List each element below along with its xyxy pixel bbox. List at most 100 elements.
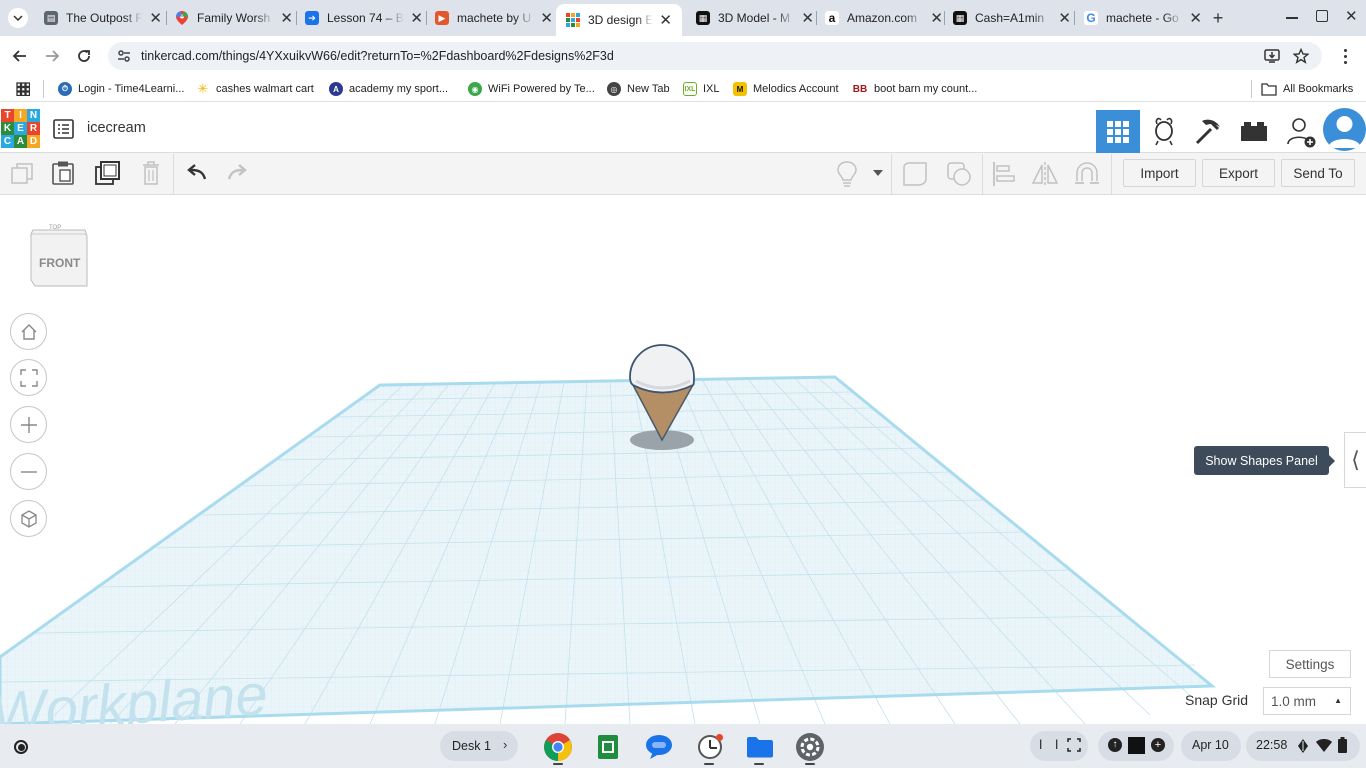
browser-tab[interactable]: ▤ The Outpost F ✕ [44,6,162,30]
apps-grid-icon[interactable] [16,82,30,96]
lightbulb-icon[interactable] [836,161,858,187]
bookmark-item[interactable]: BB boot barn my count... [852,81,978,97]
cruise-magnet-icon[interactable] [1073,161,1101,187]
close-icon[interactable]: ✕ [410,9,423,27]
browser-tab[interactable]: ▶ machete by U ✕ [435,6,553,30]
designs-list-icon[interactable] [53,119,74,139]
bricks-icon[interactable] [1240,120,1268,142]
workplane-canvas[interactable]: Workplane [0,195,1366,724]
back-arrow-icon[interactable] [12,48,28,64]
reload-icon[interactable] [76,48,92,64]
undo-icon[interactable] [185,164,207,182]
browser-tab-active[interactable]: 3D design Ep ✕ [556,4,682,36]
logo-letter: R [27,122,40,135]
bookmark-item[interactable]: ✳ cashes walmart cart [196,81,314,97]
perspective-button[interactable] [10,500,47,537]
settings-app-icon[interactable] [795,732,825,762]
tinkercad-logo[interactable]: T I N K E R C A D [1,109,41,149]
duplicate-icon[interactable] [95,161,121,185]
paste-icon[interactable] [52,161,74,185]
tab-title: 3D Model - M [718,11,791,25]
import-button[interactable]: Import [1123,159,1196,187]
browser-tab[interactable]: ▦ Cash=A1min ✕ [953,6,1071,30]
browser-tab[interactable]: ▦ 3D Model - M ✕ [696,6,814,30]
add-collaborator-icon[interactable] [1287,116,1317,148]
user-avatar[interactable] [1323,108,1366,151]
trash-icon[interactable] [142,161,160,185]
install-app-icon[interactable] [1264,48,1280,64]
clock-app-icon[interactable] [695,732,725,762]
close-icon[interactable]: ✕ [1058,9,1071,27]
tab-title: 3D design Ep [588,13,654,27]
snap-grid-select[interactable]: 1.0 mm ▲ [1263,687,1351,715]
files-app-icon[interactable] [745,732,775,762]
close-window-icon[interactable]: ✕ [1345,7,1358,25]
redo-icon[interactable] [227,164,249,182]
send-to-button[interactable]: Send To [1281,159,1355,187]
blocks-robot-icon[interactable] [1151,116,1177,146]
close-icon[interactable]: ✕ [540,9,553,27]
close-icon[interactable]: ✕ [659,11,672,29]
zoom-in-button[interactable] [10,406,47,443]
close-icon[interactable]: ✕ [1189,9,1202,27]
sheets-app-icon[interactable] [593,732,623,762]
screen-capture-icon: ǀ [1055,737,1059,752]
group-icon[interactable] [902,161,928,187]
settings-button[interactable]: Settings [1269,650,1351,678]
home-view-button[interactable] [10,313,47,350]
messages-app-icon[interactable] [644,732,674,762]
bookmark-item[interactable]: M Melodics Account [733,81,839,97]
new-tab-button[interactable]: + [1208,8,1228,28]
site-settings-icon[interactable] [117,49,131,63]
logo-letter: C [1,135,14,148]
browser-tab[interactable]: ➔ Lesson 74 – B ✕ [305,6,423,30]
design-name[interactable]: icecream [87,120,146,136]
runner-icon: ➔ [305,11,319,25]
ungroup-icon[interactable] [946,161,972,187]
close-icon[interactable]: ✕ [149,9,162,27]
browser-tab[interactable]: G machete - Go ✕ [1084,6,1202,30]
minimize-window-icon[interactable] [1286,17,1298,19]
document-icon: ▤ [44,11,58,25]
align-icon[interactable] [992,161,1016,187]
bookmark-item[interactable]: ⏱ Login - Time4Learni... [58,81,184,97]
all-bookmarks-button[interactable]: All Bookmarks [1261,81,1353,97]
bookmark-item[interactable]: ◉ WiFi Powered by Te... [468,81,595,97]
chrome-app-icon[interactable] [543,732,573,762]
pickaxe-icon[interactable] [1194,116,1224,146]
arrow-up-circle-icon[interactable]: ↑ [1108,738,1122,752]
browser-tab[interactable]: Family Worsh ✕ [175,6,293,30]
forward-arrow-icon[interactable] [44,48,60,64]
copy-icon[interactable] [11,163,33,185]
icecream-scoop[interactable] [629,344,695,394]
shapes-panel-toggle[interactable]: ⟨ [1344,432,1366,488]
restore-window-icon[interactable] [1316,10,1328,22]
logo-letter: A [14,135,27,148]
bookmark-star-icon[interactable] [1293,48,1309,64]
3d-viewport[interactable]: Workplane TOP FRONT [0,195,1366,724]
view-cube[interactable]: TOP FRONT [29,224,89,290]
toolbar-divider [1111,154,1112,195]
close-icon[interactable]: ✕ [930,9,943,27]
stop-square-icon[interactable] [1128,737,1145,754]
bookmark-item[interactable]: IXL IXL [683,81,720,97]
launcher-button[interactable] [8,734,34,760]
close-icon[interactable]: ✕ [280,9,293,27]
export-button[interactable]: Export [1202,159,1275,187]
caret-down-icon[interactable] [873,170,883,176]
play-icon: ▶ [435,11,449,25]
grid-view-icon [1107,120,1129,143]
plus-circle-icon[interactable]: + [1151,738,1165,752]
zoom-out-button[interactable] [10,453,47,490]
mirror-icon[interactable] [1031,161,1059,187]
3d-view-button[interactable] [1096,110,1140,153]
browser-menu-icon[interactable] [1344,48,1348,64]
fit-view-button[interactable] [10,359,47,396]
bookmark-item[interactable]: A academy my sport... [329,81,448,97]
tab-search-button[interactable] [8,8,28,28]
url-text[interactable]: tinkercad.com/things/4YXxuikvW66/edit?re… [141,49,614,63]
bookmark-item[interactable]: ◎ New Tab [607,81,670,97]
browser-tab[interactable]: a Amazon.com ✕ [825,6,943,30]
close-icon[interactable]: ✕ [801,9,814,27]
wifi-icon [1316,739,1332,752]
